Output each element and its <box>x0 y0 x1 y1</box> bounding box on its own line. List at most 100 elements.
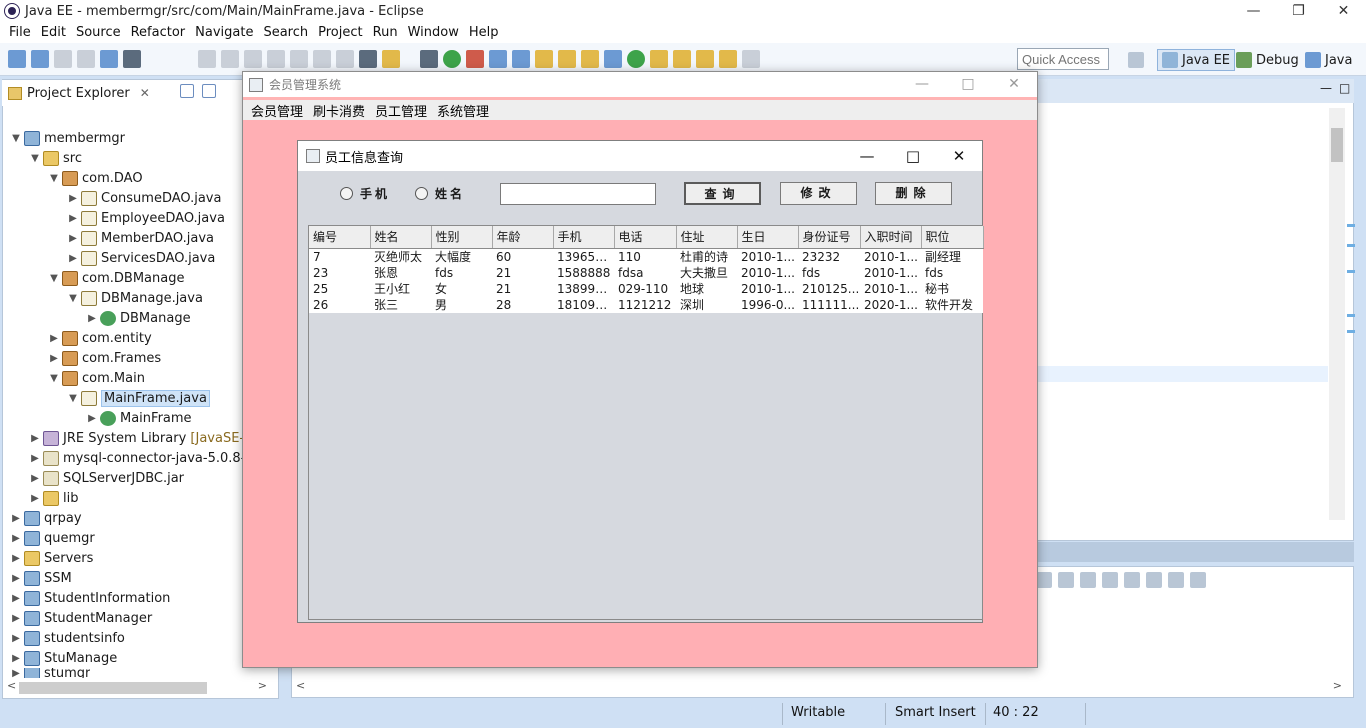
modify-button[interactable]: 修改 <box>780 182 857 205</box>
step-into-icon[interactable] <box>290 50 308 68</box>
close-icon[interactable]: ✕ <box>936 141 982 171</box>
console-icon[interactable] <box>100 50 118 68</box>
resume-icon[interactable] <box>198 50 216 68</box>
chevron-down-icon[interactable]: ▼ <box>27 153 43 164</box>
chevron-down-icon[interactable]: ▼ <box>46 373 62 384</box>
tree-item-mainframe-class[interactable]: ▶ MainFrame <box>84 408 192 428</box>
column-header[interactable]: 编号 <box>309 226 371 249</box>
chevron-right-icon[interactable]: ▶ <box>8 573 24 584</box>
table-row[interactable]: 23 张恩 fds 21 1588888 fdsa 大夫撒旦 2010-1...… <box>309 264 983 281</box>
scroll-left-icon[interactable]: < <box>7 679 16 692</box>
tree-item-jre-library[interactable]: ▶ JRE System Library [JavaSE-1.8 <box>27 428 265 448</box>
tree-item-ssm[interactable]: ▶ SSM <box>8 568 72 588</box>
chevron-right-icon[interactable]: ▶ <box>84 413 100 424</box>
last-edit-icon[interactable] <box>696 50 714 68</box>
remove-launch-icon[interactable] <box>1036 572 1052 588</box>
forward-icon[interactable] <box>742 50 760 68</box>
open-folder-icon[interactable] <box>558 50 576 68</box>
table-row[interactable]: 25 王小红 女 21 138996... 029-110 地球 2010-1.… <box>309 280 983 297</box>
debug-icon[interactable] <box>420 50 438 68</box>
scroll-left-icon[interactable]: < <box>296 679 305 692</box>
pin-console-icon[interactable] <box>1124 572 1140 588</box>
menu-navigate[interactable]: Navigate <box>195 25 253 40</box>
tree-item-com-entity[interactable]: ▶ com.entity <box>46 328 152 348</box>
menu-edit[interactable]: Edit <box>41 25 66 40</box>
radio-name[interactable]: 姓名 <box>415 185 465 202</box>
explorer-horizontal-scrollbar[interactable]: < > <box>7 679 267 695</box>
chevron-down-icon[interactable]: ▼ <box>65 293 81 304</box>
save-all-icon[interactable] <box>77 50 95 68</box>
link-with-editor-icon[interactable] <box>202 84 216 98</box>
scroll-right-icon[interactable]: > <box>1333 679 1342 692</box>
tree-item-com-dao[interactable]: ▼ com.DAO <box>46 168 143 188</box>
terminate-icon[interactable] <box>244 50 262 68</box>
chevron-right-icon[interactable]: ▶ <box>8 633 24 644</box>
perspective-java[interactable]: Java <box>1305 49 1352 71</box>
word-wrap-icon[interactable] <box>1102 572 1118 588</box>
step-over-icon[interactable] <box>313 50 331 68</box>
tree-item-com-main[interactable]: ▼ com.Main <box>46 368 145 388</box>
use-step-filters-icon[interactable] <box>382 50 400 68</box>
tree-item-qrpay[interactable]: ▶ qrpay <box>8 508 82 528</box>
chevron-right-icon[interactable]: ▶ <box>8 668 24 678</box>
annotation-marker[interactable] <box>1347 330 1355 333</box>
tree-item-src[interactable]: ▼ src <box>27 148 82 168</box>
radio-phone-circle[interactable] <box>340 187 353 200</box>
tree-item-stumgr[interactable]: ▶ stumgr <box>8 668 90 678</box>
tree-item-servicesdao[interactable]: ▶ ServicesDAO.java <box>65 248 215 268</box>
disconnect-icon[interactable] <box>267 50 285 68</box>
delete-button[interactable]: 删除 <box>875 182 952 205</box>
menu-member-management[interactable]: 会员管理 <box>251 101 303 120</box>
remove-all-icon[interactable] <box>1058 572 1074 588</box>
chevron-down-icon[interactable]: ▼ <box>65 393 81 404</box>
column-header[interactable]: 姓名 <box>370 226 432 249</box>
radio-phone[interactable]: 手机 <box>340 185 390 202</box>
radio-name-circle[interactable] <box>415 187 428 200</box>
open-type-icon[interactable] <box>535 50 553 68</box>
run-icon[interactable] <box>443 50 461 68</box>
pen-icon[interactable] <box>581 50 599 68</box>
column-header[interactable]: 职位 <box>921 226 984 249</box>
column-header[interactable]: 性别 <box>431 226 493 249</box>
menu-refactor[interactable]: Refactor <box>131 25 186 40</box>
table-row[interactable]: 26 张三 男 28 181098... 1121212 深圳 1996-0..… <box>309 296 983 313</box>
annotation-marker[interactable] <box>1347 270 1355 273</box>
run-external-icon[interactable] <box>466 50 484 68</box>
chevron-right-icon[interactable]: ▶ <box>27 493 43 504</box>
skip-breakpoints-icon[interactable] <box>123 50 141 68</box>
tree-item-sqlserver-jar[interactable]: ▶ SQLServerJDBC.jar <box>27 468 184 488</box>
suspend-icon[interactable] <box>221 50 239 68</box>
new-server-icon[interactable] <box>489 50 507 68</box>
menu-source[interactable]: Source <box>76 25 121 40</box>
collapse-all-icon[interactable] <box>180 84 194 98</box>
tree-item-consumedao[interactable]: ▶ ConsumeDAO.java <box>65 188 221 208</box>
chevron-right-icon[interactable]: ▶ <box>8 513 24 524</box>
menu-run[interactable]: Run <box>373 25 398 40</box>
scroll-thumb[interactable] <box>19 682 207 694</box>
tree-item-mysql-jar[interactable]: ▶ mysql-connector-java-5.0.8-bin <box>27 448 265 468</box>
new-class-icon[interactable] <box>512 50 530 68</box>
menu-help[interactable]: Help <box>469 25 499 40</box>
drop-frame-icon[interactable] <box>359 50 377 68</box>
chevron-right-icon[interactable]: ▶ <box>65 233 81 244</box>
menu-card-consumption[interactable]: 刷卡消费 <box>313 101 365 120</box>
chevron-down-icon[interactable]: ▼ <box>46 173 62 184</box>
annotation-marker[interactable] <box>1347 244 1355 247</box>
minimize-icon[interactable]: — <box>899 72 945 97</box>
editor-scroll-thumb[interactable] <box>1331 128 1343 162</box>
menu-search[interactable]: Search <box>263 25 308 40</box>
tree-item-quemgr[interactable]: ▶ quemgr <box>8 528 95 548</box>
tree-item-stumanage[interactable]: ▶ StuManage <box>8 648 117 668</box>
column-header[interactable]: 入职时间 <box>860 226 922 249</box>
menu-window[interactable]: Window <box>408 25 459 40</box>
chevron-right-icon[interactable]: ▶ <box>8 613 24 624</box>
column-header[interactable]: 年龄 <box>492 226 554 249</box>
project-explorer-tab[interactable]: Project Explorer ✕ <box>2 80 156 106</box>
tree-item-dbmanage-java[interactable]: ▼ DBManage.java <box>65 288 203 308</box>
chevron-right-icon[interactable]: ▶ <box>8 533 24 544</box>
scroll-right-icon[interactable]: > <box>258 679 267 692</box>
tree-item-memberdao[interactable]: ▶ MemberDAO.java <box>65 228 214 248</box>
annotation-marker[interactable] <box>1347 224 1355 227</box>
maximize-editor-icon[interactable]: □ <box>1339 81 1350 95</box>
chevron-down-icon[interactable]: ▼ <box>46 273 62 284</box>
